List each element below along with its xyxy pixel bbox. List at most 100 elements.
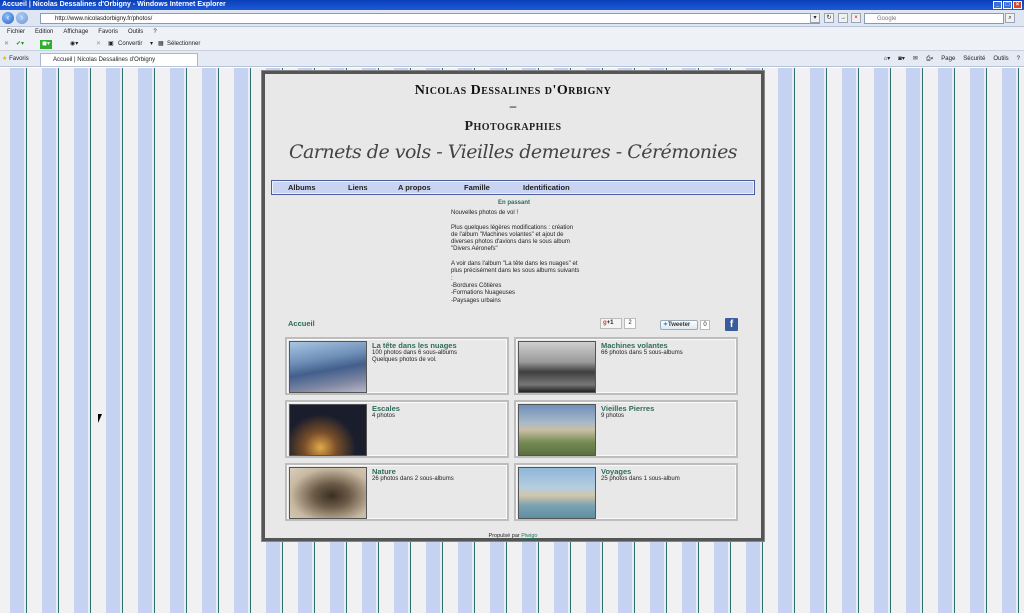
addon-icon[interactable]: ◼▾ <box>40 40 52 49</box>
album-card[interactable]: La tête dans les nuages 100 photos dans … <box>285 337 509 395</box>
menu-help[interactable]: ? <box>153 27 156 37</box>
search-icon[interactable]: ⌕ <box>1005 13 1015 23</box>
album-title[interactable]: Voyages <box>601 467 631 476</box>
tab-accueil[interactable]: Accueil | Nicolas Dessalines d'Orbigny <box>40 53 198 66</box>
nav-liens[interactable]: Liens <box>348 182 368 194</box>
album-title[interactable]: Machines volantes <box>601 341 668 350</box>
star-icon: ★ <box>2 56 8 62</box>
close-toolbar-icon[interactable]: ✕ <box>4 37 9 51</box>
command-bar: ⌂▾ ◙▾ ✉ ⎙▾ Page Sécurité Outils ? <box>884 51 1020 67</box>
shield-icon[interactable]: ◉▾ <box>70 37 78 51</box>
favorites-button[interactable]: ★ Favoris <box>2 51 29 67</box>
window-titlebar: Accueil | Nicolas Dessalines d'Orbigny -… <box>0 0 1024 10</box>
album-card[interactable]: Vieilles Pierres 9 photos <box>514 400 738 458</box>
nav-a-propos[interactable]: A propos <box>398 182 431 194</box>
album-meta: 4 photos <box>372 413 507 420</box>
go-icon[interactable]: → <box>838 13 848 23</box>
back-icon[interactable]: ‹ <box>2 12 14 24</box>
album-thumbnail[interactable] <box>289 341 367 393</box>
footer-text: Propulsé par <box>488 533 520 539</box>
album-card[interactable]: Escales 4 photos <box>285 400 509 458</box>
tabs-row: ★ Favoris Accueil | Nicolas Dessalines d… <box>0 51 1024 67</box>
menu-favoris[interactable]: Favoris <box>98 27 118 37</box>
album-card[interactable]: Voyages 25 photos dans 1 sous-album <box>514 463 738 521</box>
album-meta: 100 photos dans 6 sous-albums Quelques p… <box>372 350 507 364</box>
tab-title: Accueil | Nicolas Dessalines d'Orbigny <box>53 57 156 63</box>
home-icon[interactable]: ⌂▾ <box>884 51 891 67</box>
feeds-icon[interactable]: ◙▾ <box>898 51 905 67</box>
convert-dropdown-icon[interactable]: ▾ <box>150 37 153 51</box>
search-input[interactable]: Google <box>864 13 1004 24</box>
search-placeholder: Google <box>877 16 897 22</box>
menu-affichage[interactable]: Affichage <box>63 27 88 37</box>
site-subtitle: Photographies <box>464 119 562 134</box>
footer-piwigo-link[interactable]: Piwigo <box>521 533 537 539</box>
nav-famille[interactable]: Famille <box>464 182 490 194</box>
gplus-label: +1 <box>606 320 614 326</box>
address-input[interactable]: http://www.nicolasdorbigny.fr/photos/ <box>40 13 820 24</box>
album-card[interactable]: Nature 26 photos dans 2 sous-albums <box>285 463 509 521</box>
album-title[interactable]: La tête dans les nuages <box>372 341 457 350</box>
minimize-icon[interactable]: _ <box>993 1 1002 9</box>
print-icon[interactable]: ⎙▾ <box>926 51 933 67</box>
close-icon[interactable]: × <box>1013 1 1022 9</box>
album-thumbnail[interactable] <box>518 404 596 456</box>
nav-identification[interactable]: Identification <box>523 182 570 194</box>
main-nav: Albums Liens A propos Famille Identifica… <box>271 180 755 195</box>
site-container: Nicolas Dessalines d'Orbigny – Photograp… <box>262 71 764 541</box>
refresh-icon[interactable]: ↻ <box>824 13 834 23</box>
album-thumbnail[interactable] <box>289 404 367 456</box>
footer: Propulsé par Piwigo <box>265 533 761 539</box>
command-page[interactable]: Page <box>941 51 955 67</box>
news-body: Nouvelles photos de vol ! Plus quelques … <box>451 210 581 312</box>
album-title[interactable]: Escales <box>372 404 400 413</box>
album-card[interactable]: Machines volantes 66 photos dans 5 sous-… <box>514 337 738 395</box>
album-title[interactable]: Vieilles Pierres <box>601 404 654 413</box>
album-count: 9 photos <box>601 413 625 419</box>
compat-view-icon[interactable]: ▾ <box>810 13 820 23</box>
album-title[interactable]: Nature <box>372 467 396 476</box>
album-thumbnail[interactable] <box>518 467 596 519</box>
help-icon[interactable]: ? <box>1017 51 1020 67</box>
album-meta: 25 photos dans 1 sous-album <box>601 476 736 483</box>
check-icon[interactable]: ✔▾ <box>16 37 24 51</box>
nav-albums[interactable]: Albums <box>288 182 316 194</box>
stop-icon[interactable]: × <box>851 13 861 23</box>
album-count: 25 photos dans 1 sous-album <box>601 476 680 482</box>
news-paragraph: A voir dans l'album "La tête dans les nu… <box>451 261 580 304</box>
mouse-cursor-icon <box>98 414 102 423</box>
favorites-label: Favoris <box>9 56 29 62</box>
breadcrumb[interactable]: Accueil <box>288 319 315 328</box>
convert-icon[interactable]: ▣ <box>108 37 114 51</box>
command-tools[interactable]: Outils <box>993 51 1008 67</box>
select-button[interactable]: Sélectionner <box>167 37 200 51</box>
album-thumbnail[interactable] <box>289 467 367 519</box>
menu-fichier[interactable]: Fichier <box>7 27 25 37</box>
album-meta: 66 photos dans 5 sous-albums <box>601 350 736 357</box>
album-count: 66 photos dans 5 sous-albums <box>601 350 683 356</box>
gplus-button[interactable]: g+1 <box>600 318 622 329</box>
album-count: 4 photos <box>372 413 396 419</box>
mail-icon[interactable]: ✉ <box>913 51 918 67</box>
links-toolbar: ✕ ✔▾ ◼▾ ◉▾ ✕ ▣ Convertir ▾ ▦ Sélectionne… <box>0 37 1024 51</box>
news-paragraph: Plus quelques légères modifications : cr… <box>451 224 574 253</box>
album-count: 26 photos dans 2 sous-albums <box>372 476 454 482</box>
menu-outils[interactable]: Outils <box>128 27 143 37</box>
maximize-icon[interactable]: □ <box>1003 1 1012 9</box>
site-tagline: Carnets de vols - Vieilles demeures - Cé… <box>288 141 738 163</box>
forward-icon[interactable]: › <box>16 12 28 24</box>
album-thumbnail[interactable] <box>518 341 596 393</box>
select-icon[interactable]: ▦ <box>158 37 164 51</box>
page-viewport: Nicolas Dessalines d'Orbigny – Photograp… <box>0 68 1024 613</box>
menu-bar: Fichier Edition Affichage Favoris Outils… <box>0 27 1024 37</box>
album-count: 100 photos dans 6 sous-albums <box>372 350 458 356</box>
facebook-icon[interactable]: f <box>725 318 738 331</box>
album-description: Quelques photos de vol. <box>372 357 437 363</box>
tweet-button[interactable]: ✦Tweeter <box>660 320 698 330</box>
news-title: En passant <box>498 200 531 206</box>
convert-button[interactable]: Convertir <box>118 37 142 51</box>
menu-edition[interactable]: Edition <box>35 27 53 37</box>
command-security[interactable]: Sécurité <box>963 51 985 67</box>
window-controls: _ □ × <box>993 0 1022 9</box>
tweet-label: Tweeter <box>668 322 691 328</box>
